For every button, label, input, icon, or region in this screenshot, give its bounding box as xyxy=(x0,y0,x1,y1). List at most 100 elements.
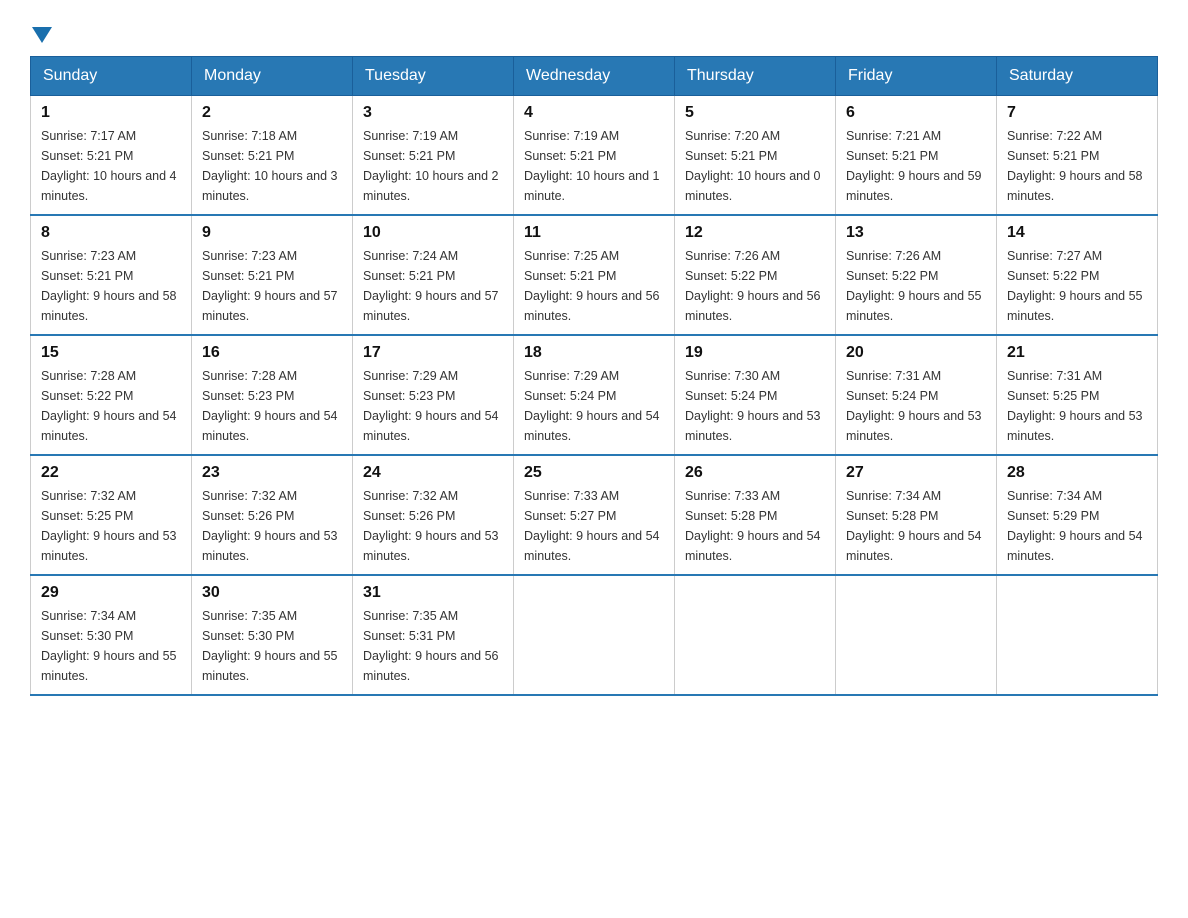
day-number: 2 xyxy=(202,104,342,122)
day-info: Sunrise: 7:28 AMSunset: 5:23 PMDaylight:… xyxy=(202,369,338,443)
day-info: Sunrise: 7:27 AMSunset: 5:22 PMDaylight:… xyxy=(1007,249,1143,323)
page-header xyxy=(30,20,1158,46)
calendar-cell: 11 Sunrise: 7:25 AMSunset: 5:21 PMDaylig… xyxy=(514,215,675,335)
day-header-saturday: Saturday xyxy=(997,57,1158,96)
day-info: Sunrise: 7:33 AMSunset: 5:28 PMDaylight:… xyxy=(685,489,821,563)
calendar-body: 1 Sunrise: 7:17 AMSunset: 5:21 PMDayligh… xyxy=(31,96,1158,696)
calendar-cell: 12 Sunrise: 7:26 AMSunset: 5:22 PMDaylig… xyxy=(675,215,836,335)
day-info: Sunrise: 7:32 AMSunset: 5:25 PMDaylight:… xyxy=(41,489,177,563)
day-number: 22 xyxy=(41,464,181,482)
week-row-5: 29 Sunrise: 7:34 AMSunset: 5:30 PMDaylig… xyxy=(31,575,1158,695)
day-number: 6 xyxy=(846,104,986,122)
day-number: 8 xyxy=(41,224,181,242)
day-number: 7 xyxy=(1007,104,1147,122)
calendar-cell: 27 Sunrise: 7:34 AMSunset: 5:28 PMDaylig… xyxy=(836,455,997,575)
day-info: Sunrise: 7:35 AMSunset: 5:30 PMDaylight:… xyxy=(202,609,338,683)
calendar-cell xyxy=(675,575,836,695)
calendar-cell: 15 Sunrise: 7:28 AMSunset: 5:22 PMDaylig… xyxy=(31,335,192,455)
week-row-4: 22 Sunrise: 7:32 AMSunset: 5:25 PMDaylig… xyxy=(31,455,1158,575)
day-info: Sunrise: 7:25 AMSunset: 5:21 PMDaylight:… xyxy=(524,249,660,323)
day-info: Sunrise: 7:28 AMSunset: 5:22 PMDaylight:… xyxy=(41,369,177,443)
day-number: 11 xyxy=(524,224,664,242)
day-number: 19 xyxy=(685,344,825,362)
day-info: Sunrise: 7:24 AMSunset: 5:21 PMDaylight:… xyxy=(363,249,499,323)
day-info: Sunrise: 7:35 AMSunset: 5:31 PMDaylight:… xyxy=(363,609,499,683)
day-info: Sunrise: 7:29 AMSunset: 5:23 PMDaylight:… xyxy=(363,369,499,443)
day-number: 4 xyxy=(524,104,664,122)
calendar-cell xyxy=(997,575,1158,695)
day-header-sunday: Sunday xyxy=(31,57,192,96)
day-number: 10 xyxy=(363,224,503,242)
day-info: Sunrise: 7:34 AMSunset: 5:29 PMDaylight:… xyxy=(1007,489,1143,563)
day-number: 20 xyxy=(846,344,986,362)
day-header-thursday: Thursday xyxy=(675,57,836,96)
logo xyxy=(30,20,52,46)
calendar-header: SundayMondayTuesdayWednesdayThursdayFrid… xyxy=(31,57,1158,96)
day-info: Sunrise: 7:23 AMSunset: 5:21 PMDaylight:… xyxy=(41,249,177,323)
day-info: Sunrise: 7:30 AMSunset: 5:24 PMDaylight:… xyxy=(685,369,821,443)
day-number: 5 xyxy=(685,104,825,122)
day-info: Sunrise: 7:31 AMSunset: 5:25 PMDaylight:… xyxy=(1007,369,1143,443)
day-info: Sunrise: 7:33 AMSunset: 5:27 PMDaylight:… xyxy=(524,489,660,563)
day-info: Sunrise: 7:19 AMSunset: 5:21 PMDaylight:… xyxy=(524,129,660,203)
day-info: Sunrise: 7:22 AMSunset: 5:21 PMDaylight:… xyxy=(1007,129,1143,203)
day-info: Sunrise: 7:34 AMSunset: 5:30 PMDaylight:… xyxy=(41,609,177,683)
calendar-cell: 21 Sunrise: 7:31 AMSunset: 5:25 PMDaylig… xyxy=(997,335,1158,455)
day-number: 15 xyxy=(41,344,181,362)
calendar-cell: 2 Sunrise: 7:18 AMSunset: 5:21 PMDayligh… xyxy=(192,96,353,216)
day-number: 23 xyxy=(202,464,342,482)
day-number: 3 xyxy=(363,104,503,122)
day-info: Sunrise: 7:32 AMSunset: 5:26 PMDaylight:… xyxy=(202,489,338,563)
day-number: 17 xyxy=(363,344,503,362)
day-info: Sunrise: 7:34 AMSunset: 5:28 PMDaylight:… xyxy=(846,489,982,563)
calendar-cell: 4 Sunrise: 7:19 AMSunset: 5:21 PMDayligh… xyxy=(514,96,675,216)
day-number: 27 xyxy=(846,464,986,482)
day-number: 12 xyxy=(685,224,825,242)
calendar-cell: 17 Sunrise: 7:29 AMSunset: 5:23 PMDaylig… xyxy=(353,335,514,455)
day-number: 24 xyxy=(363,464,503,482)
calendar-cell: 22 Sunrise: 7:32 AMSunset: 5:25 PMDaylig… xyxy=(31,455,192,575)
day-header-tuesday: Tuesday xyxy=(353,57,514,96)
calendar-cell: 3 Sunrise: 7:19 AMSunset: 5:21 PMDayligh… xyxy=(353,96,514,216)
day-info: Sunrise: 7:32 AMSunset: 5:26 PMDaylight:… xyxy=(363,489,499,563)
calendar-cell: 25 Sunrise: 7:33 AMSunset: 5:27 PMDaylig… xyxy=(514,455,675,575)
day-info: Sunrise: 7:17 AMSunset: 5:21 PMDaylight:… xyxy=(41,129,177,203)
calendar-cell: 1 Sunrise: 7:17 AMSunset: 5:21 PMDayligh… xyxy=(31,96,192,216)
calendar-cell: 23 Sunrise: 7:32 AMSunset: 5:26 PMDaylig… xyxy=(192,455,353,575)
calendar-cell: 18 Sunrise: 7:29 AMSunset: 5:24 PMDaylig… xyxy=(514,335,675,455)
calendar-cell: 14 Sunrise: 7:27 AMSunset: 5:22 PMDaylig… xyxy=(997,215,1158,335)
day-header-wednesday: Wednesday xyxy=(514,57,675,96)
day-number: 18 xyxy=(524,344,664,362)
calendar-cell xyxy=(836,575,997,695)
header-row: SundayMondayTuesdayWednesdayThursdayFrid… xyxy=(31,57,1158,96)
calendar-cell: 13 Sunrise: 7:26 AMSunset: 5:22 PMDaylig… xyxy=(836,215,997,335)
day-number: 21 xyxy=(1007,344,1147,362)
logo-triangle-icon xyxy=(32,27,52,43)
day-number: 28 xyxy=(1007,464,1147,482)
calendar-cell: 31 Sunrise: 7:35 AMSunset: 5:31 PMDaylig… xyxy=(353,575,514,695)
day-number: 1 xyxy=(41,104,181,122)
calendar-cell xyxy=(514,575,675,695)
calendar-cell: 19 Sunrise: 7:30 AMSunset: 5:24 PMDaylig… xyxy=(675,335,836,455)
calendar-cell: 5 Sunrise: 7:20 AMSunset: 5:21 PMDayligh… xyxy=(675,96,836,216)
calendar-cell: 16 Sunrise: 7:28 AMSunset: 5:23 PMDaylig… xyxy=(192,335,353,455)
calendar-table: SundayMondayTuesdayWednesdayThursdayFrid… xyxy=(30,56,1158,696)
calendar-cell: 8 Sunrise: 7:23 AMSunset: 5:21 PMDayligh… xyxy=(31,215,192,335)
calendar-cell: 6 Sunrise: 7:21 AMSunset: 5:21 PMDayligh… xyxy=(836,96,997,216)
day-number: 14 xyxy=(1007,224,1147,242)
day-info: Sunrise: 7:23 AMSunset: 5:21 PMDaylight:… xyxy=(202,249,338,323)
week-row-1: 1 Sunrise: 7:17 AMSunset: 5:21 PMDayligh… xyxy=(31,96,1158,216)
day-number: 26 xyxy=(685,464,825,482)
calendar-cell: 28 Sunrise: 7:34 AMSunset: 5:29 PMDaylig… xyxy=(997,455,1158,575)
day-info: Sunrise: 7:26 AMSunset: 5:22 PMDaylight:… xyxy=(846,249,982,323)
day-info: Sunrise: 7:26 AMSunset: 5:22 PMDaylight:… xyxy=(685,249,821,323)
day-info: Sunrise: 7:18 AMSunset: 5:21 PMDaylight:… xyxy=(202,129,338,203)
day-info: Sunrise: 7:20 AMSunset: 5:21 PMDaylight:… xyxy=(685,129,821,203)
day-number: 30 xyxy=(202,584,342,602)
day-number: 31 xyxy=(363,584,503,602)
week-row-2: 8 Sunrise: 7:23 AMSunset: 5:21 PMDayligh… xyxy=(31,215,1158,335)
day-number: 9 xyxy=(202,224,342,242)
calendar-cell: 10 Sunrise: 7:24 AMSunset: 5:21 PMDaylig… xyxy=(353,215,514,335)
day-number: 29 xyxy=(41,584,181,602)
day-header-friday: Friday xyxy=(836,57,997,96)
